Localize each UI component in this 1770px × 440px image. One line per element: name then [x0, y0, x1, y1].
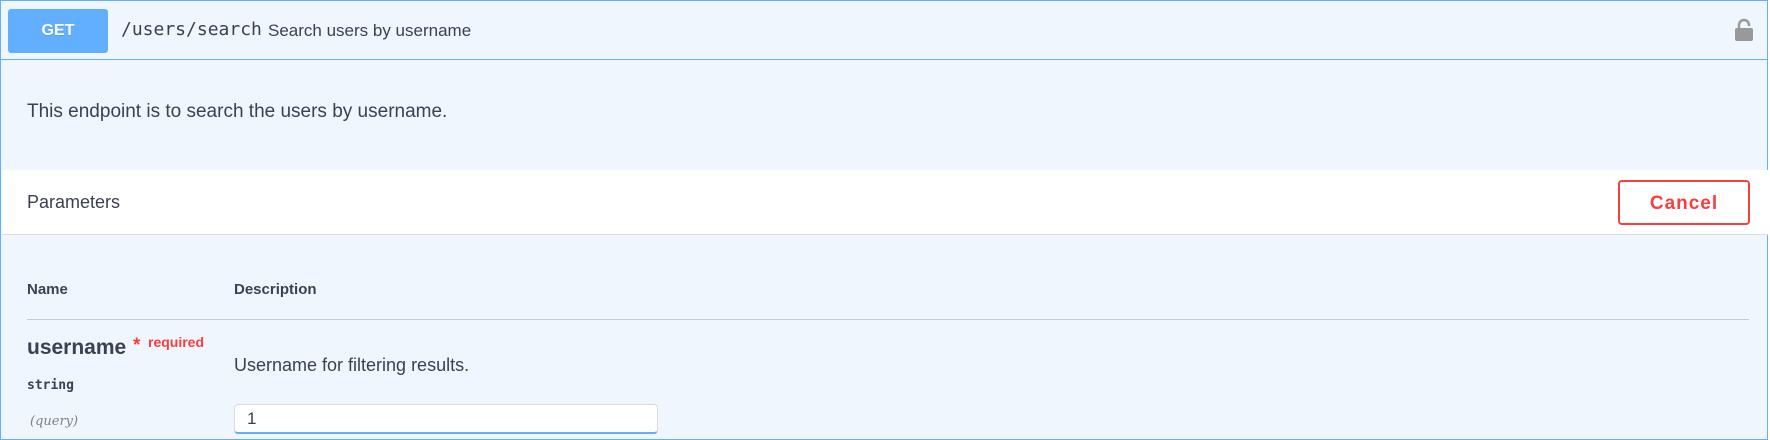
parameter-type: string: [27, 378, 74, 393]
column-header-description: Description: [234, 281, 317, 298]
required-label: required: [148, 334, 205, 350]
operation-description: This endpoint is to search the users by …: [27, 101, 448, 122]
column-header-name: Name: [27, 281, 68, 298]
http-method-badge: GET: [8, 9, 108, 53]
required-asterisk: *: [133, 335, 141, 356]
parameter-description: Username for filtering results.: [234, 355, 470, 375]
cancel-button[interactable]: Cancel: [1618, 180, 1750, 225]
parameters-header: Parameters Cancel: [2, 170, 1768, 235]
operation-block: GET /users/search Search users by userna…: [0, 0, 1768, 440]
lock-icon[interactable]: [1734, 18, 1754, 42]
operation-summary-text: Search users by username: [268, 21, 472, 40]
parameters-title: Parameters: [27, 192, 121, 212]
table-divider: [27, 319, 1749, 320]
endpoint-path: /users/search: [121, 19, 262, 40]
parameter-name: username: [27, 336, 127, 359]
parameter-location: (query): [30, 414, 79, 429]
username-input[interactable]: [234, 404, 658, 434]
operation-summary[interactable]: GET /users/search Search users by userna…: [1, 1, 1767, 60]
